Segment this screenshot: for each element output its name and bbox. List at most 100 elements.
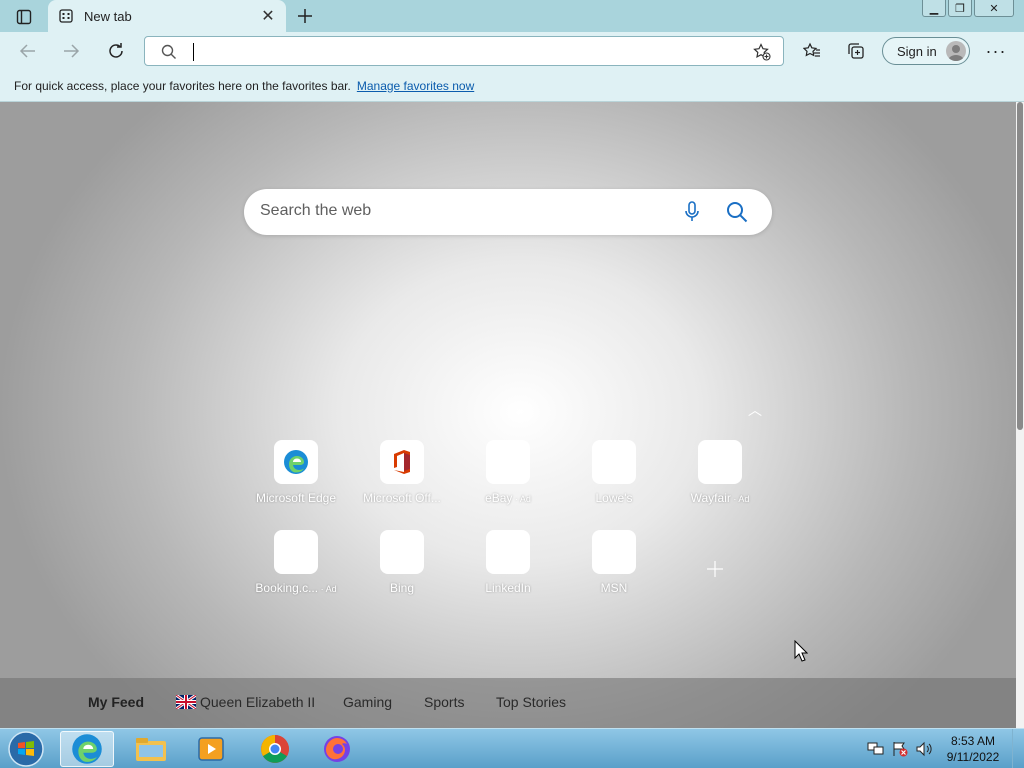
sign-in-label: Sign in <box>897 43 937 59</box>
taskbar-media-player[interactable] <box>184 731 238 767</box>
windows-taskbar: 8:53 AM 9/11/2022 <box>0 728 1024 768</box>
plus-icon <box>707 561 723 577</box>
lowes-icon <box>592 440 636 484</box>
browser-toolbar: Sign in ··· <box>0 32 1024 70</box>
address-input[interactable] <box>191 42 731 62</box>
plus-icon <box>298 9 312 23</box>
address-bar[interactable] <box>144 36 784 66</box>
settings-more-button[interactable]: ··· <box>981 37 1011 65</box>
taskbar-firefox[interactable] <box>310 731 364 767</box>
ad-label: · Ad <box>512 494 531 504</box>
quick-link-ebay[interactable]: eBay · Ad <box>460 440 556 505</box>
new-tab-button[interactable] <box>292 4 318 28</box>
show-desktop-button[interactable] <box>1012 729 1024 768</box>
tile-label: Booking.c... <box>255 581 319 595</box>
quick-link-msn[interactable]: MSN <box>566 530 662 595</box>
tile-label: eBay <box>485 491 513 505</box>
volume-icon[interactable] <box>914 739 934 759</box>
close-window-button[interactable]: ✕ <box>974 0 1014 17</box>
web-search-box[interactable] <box>244 189 772 235</box>
taskbar-edge[interactable] <box>60 731 114 767</box>
sign-in-button[interactable]: Sign in <box>882 37 970 65</box>
edge-icon <box>72 734 102 764</box>
quick-link-linkedin[interactable]: LinkedIn <box>460 530 556 595</box>
action-center-flag-icon[interactable] <box>890 739 910 759</box>
taskbar-clock[interactable]: 8:53 AM 9/11/2022 <box>938 733 1008 765</box>
title-bar: New tab ✕ ▁ ❐ ✕ <box>0 0 1024 32</box>
tile-label: Microsoft Off... <box>363 491 441 505</box>
ad-label: · Ad <box>318 584 337 594</box>
collections-icon <box>848 43 864 59</box>
new-tab-page: ︿ Microsoft Edge Microsoft Off... eBay ·… <box>0 102 1016 728</box>
office-logo-icon <box>380 440 424 484</box>
quick-link-booking[interactable]: Booking.c... · Ad <box>248 530 344 595</box>
tab-label: Queen Elizabeth II <box>200 694 316 710</box>
favorites-bar-message: For quick access, place your favorites h… <box>14 78 351 93</box>
quick-link-microsoft-office[interactable]: Microsoft Off... <box>354 440 450 505</box>
new-tab-favicon-icon <box>58 8 74 24</box>
manage-favorites-link[interactable]: Manage favorites now <box>357 79 474 93</box>
tab-gaming[interactable]: Gaming <box>343 694 392 710</box>
refresh-icon <box>109 43 123 58</box>
feed-navigation: My Feed Queen Elizabeth II Gaming Sports… <box>0 678 1016 728</box>
booking-icon <box>274 530 318 574</box>
wayfair-icon <box>698 440 742 484</box>
avatar <box>946 41 966 61</box>
collections-button[interactable] <box>841 37 871 65</box>
close-tab-icon[interactable]: ✕ <box>260 8 276 25</box>
favorites-button[interactable] <box>797 37 827 65</box>
ebay-icon <box>486 440 530 484</box>
file-explorer-icon <box>136 738 166 761</box>
minimize-button[interactable]: ▁ <box>922 0 946 17</box>
tab-actions-button[interactable] <box>10 6 38 28</box>
tab-new-tab[interactable]: New tab ✕ <box>48 0 286 32</box>
web-search-input[interactable] <box>260 202 660 220</box>
page-scrollbar[interactable] <box>1016 102 1024 728</box>
search-submit-icon[interactable] <box>725 200 749 224</box>
quick-link-wayfair[interactable]: Wayfair · Ad <box>672 440 768 505</box>
tile-label: Lowe's <box>595 491 633 505</box>
tile-label: Bing <box>389 581 415 595</box>
system-tray: 8:53 AM 9/11/2022 <box>866 729 1024 768</box>
text-caret <box>193 43 194 61</box>
add-quick-link-button[interactable] <box>706 554 724 585</box>
tab-sports[interactable]: Sports <box>424 694 464 710</box>
start-button[interactable] <box>6 730 46 768</box>
uk-flag-icon <box>176 695 196 709</box>
search-icon <box>161 44 176 59</box>
tile-label: LinkedIn <box>485 581 531 595</box>
windows-start-icon <box>8 731 44 767</box>
user-icon <box>948 45 964 61</box>
microphone-icon[interactable] <box>682 201 702 223</box>
quick-link-lowes[interactable]: Lowe's <box>566 440 662 505</box>
taskbar-file-explorer[interactable] <box>124 731 178 767</box>
refresh-button[interactable] <box>101 37 131 65</box>
tab-queen-elizabeth[interactable]: Queen Elizabeth II <box>176 694 315 710</box>
mouse-cursor-icon <box>794 640 808 662</box>
favorites-icon <box>803 42 820 57</box>
scrollbar-thumb[interactable] <box>1017 102 1023 430</box>
tab-top-stories[interactable]: Top Stories <box>496 694 566 710</box>
add-favorite-icon[interactable] <box>753 43 771 61</box>
msn-icon <box>592 530 636 574</box>
tile-label: MSN <box>600 581 628 595</box>
clock-date: 9/11/2022 <box>946 750 1000 764</box>
quick-link-microsoft-edge[interactable]: Microsoft Edge <box>248 440 344 505</box>
restore-button[interactable]: ❐ <box>948 0 972 17</box>
edge-logo-icon <box>274 440 318 484</box>
chevron-up-icon[interactable]: ︿ <box>748 400 762 420</box>
restore-icon: ❐ <box>955 2 965 15</box>
back-button[interactable] <box>13 37 43 65</box>
tab-my-feed[interactable]: My Feed <box>88 694 144 710</box>
more-icon: ··· <box>985 40 1007 61</box>
tab-title: New tab <box>84 8 132 24</box>
network-icon[interactable] <box>866 739 886 759</box>
clock-time: 8:53 AM <box>950 734 996 748</box>
taskbar-chrome[interactable] <box>248 731 302 767</box>
arrow-left-icon <box>19 44 35 58</box>
media-player-icon <box>198 737 224 761</box>
forward-button[interactable] <box>56 37 86 65</box>
quick-link-bing[interactable]: Bing <box>354 530 450 595</box>
minimize-icon: ▁ <box>929 2 939 15</box>
firefox-icon <box>324 736 350 762</box>
